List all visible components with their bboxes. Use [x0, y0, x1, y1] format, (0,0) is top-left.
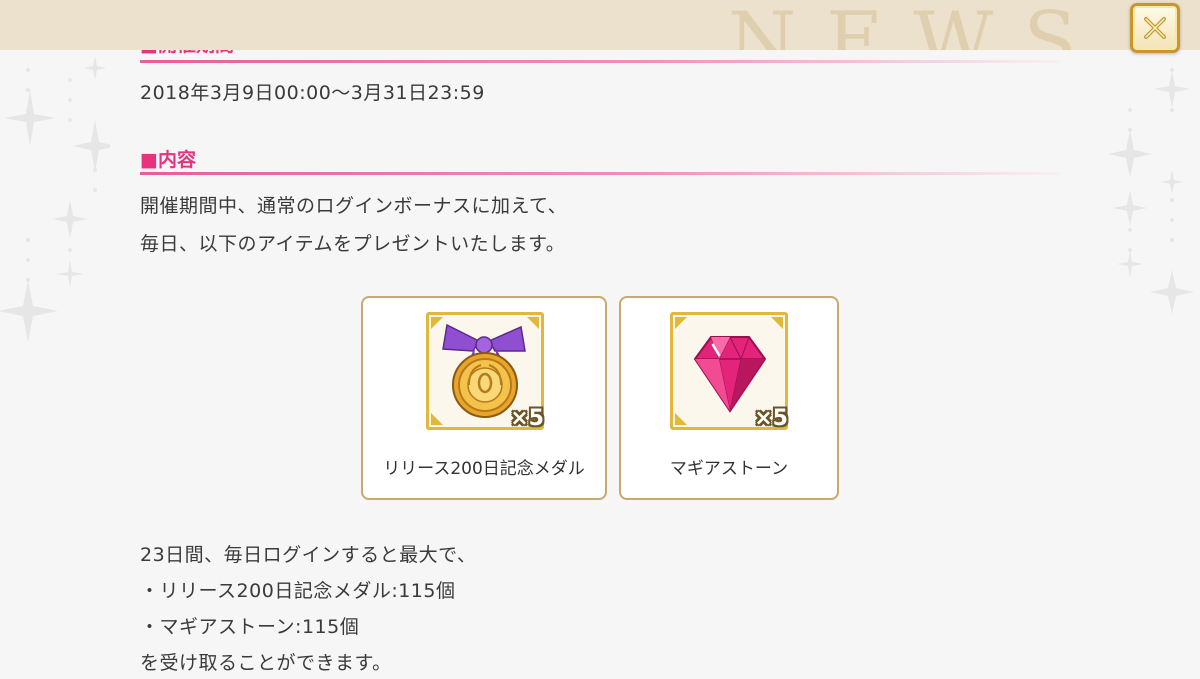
- item-name: マギアストーン: [669, 459, 789, 479]
- content-line: 毎日、以下のアイテムをプレゼントいたします。: [140, 233, 566, 255]
- item-quantity-badge: ×5: [510, 406, 544, 431]
- news-header-bar: NEWS: [0, 0, 1200, 50]
- item-icon-frame: ×5: [426, 312, 544, 431]
- item-icon-frame: ×5: [670, 312, 788, 431]
- period-heading-rule: [140, 60, 1060, 63]
- item-quantity-badge: ×5: [754, 406, 788, 431]
- sparkle-decoration-right: [1090, 50, 1200, 675]
- close-button[interactable]: [1130, 3, 1180, 53]
- news-content: ■開催期間 2018年3月9日00:00～3月31日23:59 ■内容 開催期間…: [140, 0, 1060, 675]
- period-text: 2018年3月9日00:00～3月31日23:59: [140, 82, 485, 104]
- news-watermark: NEWS: [728, 0, 1107, 50]
- sparkle-decoration-left: [0, 50, 118, 675]
- summary-line: ・リリース200日記念メダル:115個: [140, 580, 456, 602]
- item-card-gem[interactable]: ×5 マギアストーン: [619, 296, 839, 500]
- summary-line: を受け取ることができます。: [140, 652, 392, 674]
- summary-line: 23日間、毎日ログインすると最大で、: [140, 544, 477, 566]
- close-icon: [1144, 17, 1166, 39]
- summary-line: ・マギアストーン:115個: [140, 616, 360, 638]
- content-heading-rule: [140, 172, 1060, 175]
- content-heading: ■内容: [140, 149, 196, 171]
- item-name: リリース200日記念メダル: [383, 459, 585, 479]
- item-card-medal[interactable]: ×5 リリース200日記念メダル: [361, 296, 607, 500]
- content-line: 開催期間中、通常のログインボーナスに加えて、: [140, 195, 568, 217]
